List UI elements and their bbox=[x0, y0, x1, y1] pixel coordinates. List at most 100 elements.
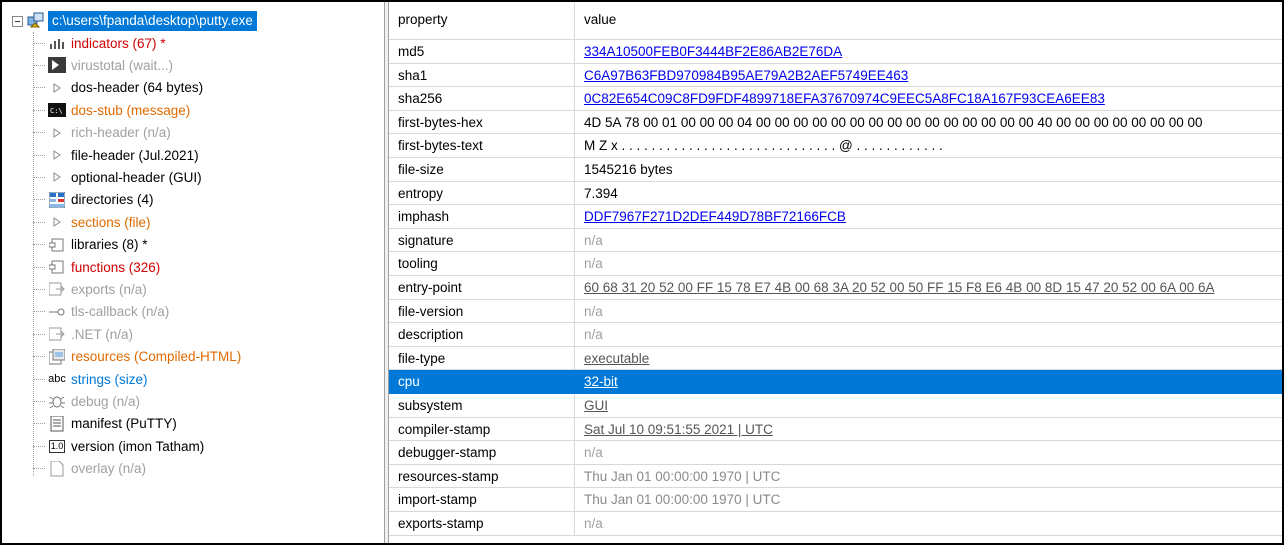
tree-item[interactable]: indicators (67) * bbox=[33, 32, 166, 54]
tree-item-label[interactable]: functions (326) bbox=[71, 260, 160, 275]
tree-connector bbox=[33, 109, 45, 111]
table-row[interactable]: first-bytes-text M Z x . . . . . . . . . … bbox=[389, 134, 1282, 158]
tree-item-label[interactable]: dos-header (64 bytes) bbox=[71, 80, 203, 95]
property-cell: first-bytes-text bbox=[389, 134, 575, 158]
value-cell: 0C82E654C09C8FD9FDF4899718EFA37670974C9E… bbox=[575, 87, 1282, 111]
table-row[interactable]: cpu 32-bit bbox=[389, 370, 1282, 394]
root-file-path[interactable]: c:\users\fpanda\desktop\putty.exe bbox=[48, 11, 257, 31]
tree-connector bbox=[33, 356, 45, 358]
tree-pane[interactable]: c:\users\fpanda\desktop\putty.exe indica… bbox=[2, 2, 384, 543]
tree-item[interactable]: dos-header (64 bytes) bbox=[33, 77, 203, 99]
value-link[interactable]: 32-bit bbox=[584, 374, 618, 389]
tree-item-label[interactable]: .NET (n/a) bbox=[71, 327, 133, 342]
tree-item[interactable]: tls-callback (n/a) bbox=[33, 301, 169, 323]
grid-icon bbox=[47, 191, 67, 209]
console-icon: C:\ bbox=[47, 101, 67, 119]
table-row[interactable]: md5 334A10500FEB0F3444BF2E86AB2E76DA bbox=[389, 40, 1282, 64]
tree-item-label[interactable]: exports (n/a) bbox=[71, 282, 147, 297]
tree-item-label[interactable]: debug (n/a) bbox=[71, 394, 140, 409]
tree-item[interactable]: overlay (n/a) bbox=[33, 458, 146, 480]
table-row[interactable]: debugger-stamp n/a bbox=[389, 441, 1282, 465]
table-row[interactable]: sha1 C6A97B63FBD970984B95AE79A2B2AEF5749E… bbox=[389, 63, 1282, 88]
tree-item-label[interactable]: indicators (67) * bbox=[71, 36, 166, 51]
tree-item-label[interactable]: directories (4) bbox=[71, 192, 154, 207]
tree-item[interactable]: sections (file) bbox=[33, 211, 151, 233]
value-cell: Thu Jan 01 00:00:00 1970 | UTC bbox=[575, 465, 1282, 489]
table-row[interactable]: exports-stamp n/a bbox=[389, 512, 1282, 536]
tree-item-label[interactable]: strings (size) bbox=[71, 372, 148, 387]
collapse-icon[interactable] bbox=[12, 15, 23, 27]
value-text[interactable]: GUI bbox=[584, 398, 608, 413]
tree-connector bbox=[33, 221, 45, 223]
tree-item-label[interactable]: manifest (PuTTY) bbox=[71, 416, 177, 431]
property-cell: md5 bbox=[389, 40, 575, 64]
tree-item-label[interactable]: overlay (n/a) bbox=[71, 461, 146, 476]
resources-icon bbox=[47, 348, 67, 366]
value-cell: n/a bbox=[575, 323, 1282, 347]
tree-item-label[interactable]: file-header (Jul.2021) bbox=[71, 148, 199, 163]
value-text[interactable]: Sat Jul 10 09:51:55 2021 | UTC bbox=[584, 422, 773, 437]
tree-item[interactable]: .NET (n/a) bbox=[33, 323, 133, 345]
value-link[interactable]: DDF7967F271D2DEF449D78BF72166FCB bbox=[584, 209, 846, 224]
tree-item[interactable]: directories (4) bbox=[33, 189, 154, 211]
property-cell: entry-point bbox=[389, 276, 575, 300]
tree-item-label[interactable]: rich-header (n/a) bbox=[71, 125, 171, 140]
column-header-value[interactable]: value bbox=[575, 2, 1282, 40]
tree-item[interactable]: file-header (Jul.2021) bbox=[33, 144, 199, 166]
table-row[interactable]: import-stamp Thu Jan 01 00:00:00 1970 | U… bbox=[389, 488, 1282, 512]
tree-item-label[interactable]: libraries (8) * bbox=[71, 237, 148, 252]
property-cell: exports-stamp bbox=[389, 512, 575, 536]
value-text[interactable]: 60 68 31 20 52 00 FF 15 78 E7 4B 00 68 3… bbox=[584, 280, 1214, 295]
value-cell: 32-bit bbox=[575, 370, 1282, 394]
value-text: n/a bbox=[584, 327, 603, 343]
triangle-icon bbox=[47, 124, 67, 142]
value-link[interactable]: 334A10500FEB0F3444BF2E86AB2E76DA bbox=[584, 44, 842, 59]
table-row[interactable]: compiler-stamp Sat Jul 10 09:51:55 2021 |… bbox=[389, 417, 1282, 442]
tree-item-label[interactable]: sections (file) bbox=[71, 215, 151, 230]
tree-item-label[interactable]: optional-header (GUI) bbox=[71, 170, 202, 185]
table-row[interactable]: signature n/a bbox=[389, 228, 1282, 253]
table-row[interactable]: tooling n/a bbox=[389, 252, 1282, 276]
tree-item[interactable]: debug (n/a) bbox=[33, 390, 140, 412]
tree-item[interactable]: optional-header (GUI) bbox=[33, 166, 202, 188]
table-row[interactable]: imphash DDF7967F271D2DEF449D78BF72166FCB bbox=[389, 205, 1282, 229]
tree-root[interactable]: c:\users\fpanda\desktop\putty.exe bbox=[12, 10, 257, 32]
tree-item[interactable]: C:\ dos-stub (message) bbox=[33, 99, 190, 121]
table-row[interactable]: entry-point 60 68 31 20 52 00 FF 15 78 E7… bbox=[389, 276, 1282, 300]
executable-icon bbox=[27, 12, 45, 30]
property-table[interactable]: property value md5 334A10500FEB0F3444BF2E… bbox=[389, 2, 1282, 543]
table-row[interactable]: file-size 1545216 bytes bbox=[389, 158, 1282, 182]
table-row[interactable]: file-version n/a bbox=[389, 299, 1282, 324]
value-link[interactable]: 0C82E654C09C8FD9FDF4899718EFA37670974C9E… bbox=[584, 91, 1105, 106]
tree-item[interactable]: libraries (8) * bbox=[33, 234, 148, 256]
tree-item-label[interactable]: tls-callback (n/a) bbox=[71, 304, 169, 319]
table-row[interactable]: entropy 7.394 bbox=[389, 181, 1282, 206]
value-text: 1545216 bytes bbox=[584, 162, 673, 177]
tree-item[interactable]: manifest (PuTTY) bbox=[33, 413, 177, 435]
table-row[interactable]: first-bytes-hex 4D 5A 78 00 01 00 00 00 0… bbox=[389, 110, 1282, 135]
table-row[interactable]: file-type executable bbox=[389, 346, 1282, 371]
tree-item[interactable]: virustotal (wait...) bbox=[33, 54, 173, 76]
page-icon bbox=[47, 460, 67, 478]
tree-item[interactable]: exports (n/a) bbox=[33, 278, 147, 300]
tree-item[interactable]: abc strings (size) bbox=[33, 368, 148, 390]
table-row[interactable]: sha256 0C82E654C09C8FD9FDF4899718EFA37670… bbox=[389, 87, 1282, 111]
library-icon bbox=[47, 236, 67, 254]
key-icon bbox=[47, 303, 67, 321]
tree-item-label[interactable]: dos-stub (message) bbox=[71, 103, 190, 118]
value-link[interactable]: C6A97B63FBD970984B95AE79A2B2AEF5749EE463 bbox=[584, 68, 908, 83]
table-row[interactable]: subsystem GUI bbox=[389, 394, 1282, 418]
tree-item[interactable]: rich-header (n/a) bbox=[33, 122, 171, 144]
column-header-property[interactable]: property bbox=[389, 2, 575, 40]
tree-item[interactable]: functions (326) bbox=[33, 256, 160, 278]
tree-item[interactable]: resources (Compiled-HTML) bbox=[33, 346, 241, 368]
value-text[interactable]: executable bbox=[584, 351, 649, 366]
bars-icon bbox=[47, 34, 67, 52]
tree-item-label[interactable]: version (imon Tatham) bbox=[71, 439, 204, 454]
table-row[interactable]: resources-stamp Thu Jan 01 00:00:00 1970 … bbox=[389, 464, 1282, 489]
tree-item-label[interactable]: resources (Compiled-HTML) bbox=[71, 349, 241, 364]
triangle-icon bbox=[47, 213, 67, 231]
tree-item-label[interactable]: virustotal (wait...) bbox=[71, 58, 173, 73]
tree-item[interactable]: 1.0 version (imon Tatham) bbox=[33, 435, 204, 457]
table-row[interactable]: description n/a bbox=[389, 323, 1282, 347]
